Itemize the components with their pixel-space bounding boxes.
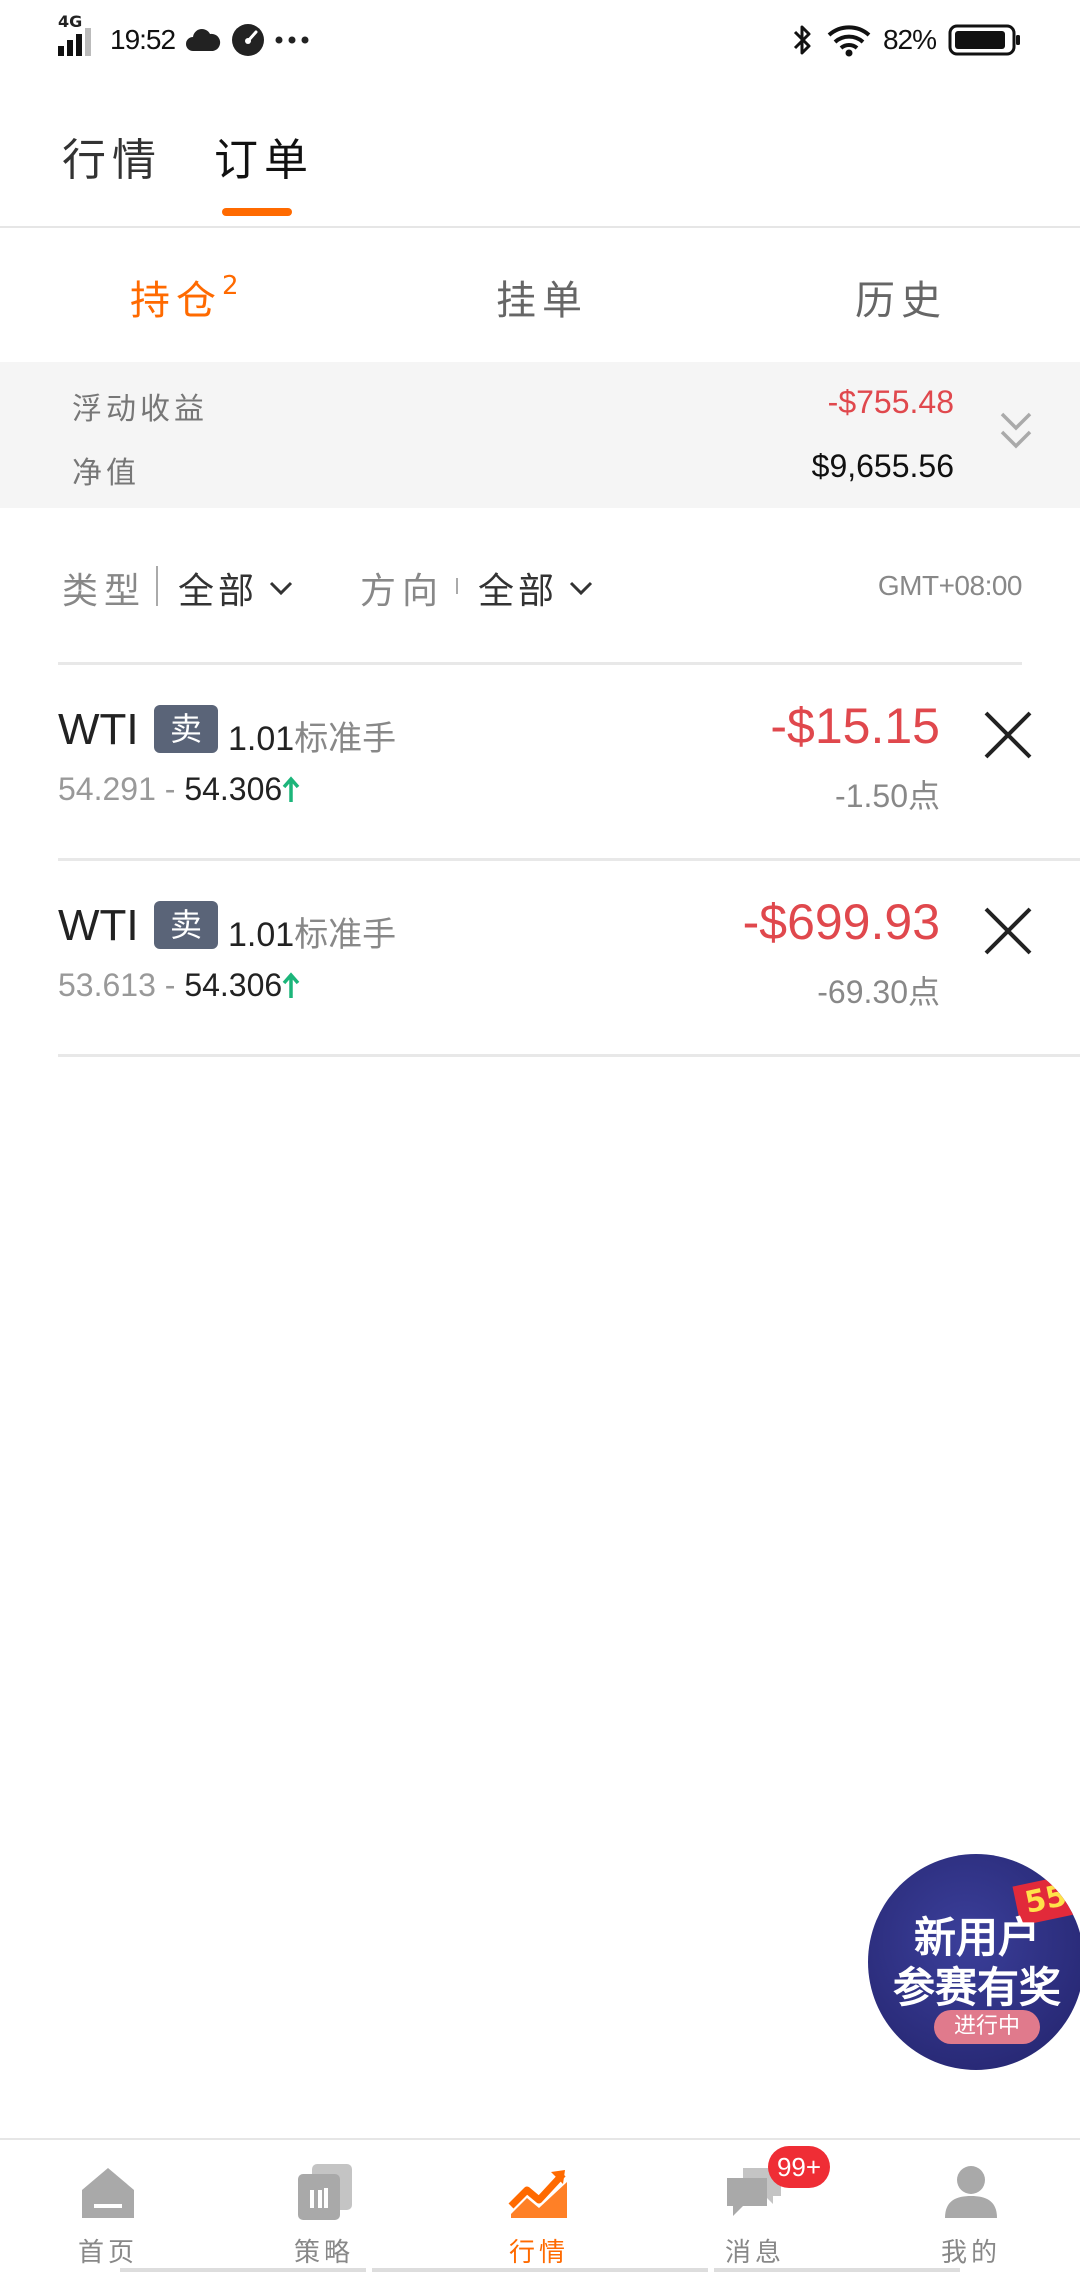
position-row[interactable]: WTI 卖 1.01标准手 54.291 - 54.306 -$15.15 -1… bbox=[58, 665, 1080, 861]
position-points: -1.50点 bbox=[835, 778, 940, 814]
direction-filter-label: 方向 bbox=[360, 571, 445, 612]
nav-profile-label: 我的 bbox=[940, 2238, 1001, 2268]
position-pnl: -$15.15 bbox=[770, 698, 940, 754]
open-price: 53.613 bbox=[58, 967, 156, 1003]
nav-messages[interactable]: 消息 99+ bbox=[680, 2146, 830, 2269]
filter-separator bbox=[156, 566, 158, 606]
current-price: 54.306 bbox=[184, 771, 283, 807]
status-bar: 4G 19:52 82% bbox=[0, 0, 1080, 80]
nav-market[interactable]: 行情 bbox=[464, 2160, 614, 2269]
profile-icon bbox=[945, 2166, 997, 2218]
wifi-icon bbox=[827, 25, 871, 57]
direction-filter-value: 全部 bbox=[478, 571, 559, 612]
positions-count: 2 bbox=[222, 270, 239, 301]
tab-pending[interactable]: 挂单 bbox=[496, 268, 588, 326]
current-price: 54.306 bbox=[184, 967, 283, 1003]
active-tab-indicator bbox=[222, 208, 292, 216]
status-time: 19:52 bbox=[110, 24, 176, 55]
chevron-down-icon bbox=[269, 581, 293, 596]
position-pnl: -$699.93 bbox=[742, 894, 940, 950]
type-filter-label: 类型 bbox=[62, 571, 147, 612]
open-price: 54.291 bbox=[58, 771, 156, 807]
more-dots-icon bbox=[275, 36, 309, 44]
type-filter-value: 全部 bbox=[178, 571, 259, 612]
top-tabs: 行情 订单 bbox=[0, 110, 1080, 228]
position-prices: 53.613 - 54.306 bbox=[58, 967, 300, 1004]
nav-home[interactable]: 首页 bbox=[33, 2160, 183, 2269]
price-separator: - bbox=[155, 967, 185, 1003]
position-lots: 1.01标准手 bbox=[228, 907, 396, 956]
lots-unit: 标准手 bbox=[294, 720, 397, 758]
chevron-down-icon bbox=[569, 581, 593, 596]
price-up-arrow-icon bbox=[282, 776, 300, 802]
battery-percent: 82% bbox=[882, 24, 937, 55]
bluetooth-icon bbox=[793, 25, 811, 55]
tab-market[interactable]: 行情 bbox=[62, 124, 162, 188]
side-badge: 卖 bbox=[154, 901, 218, 949]
price-up-arrow-icon bbox=[282, 972, 300, 998]
lots-value: 1.01 bbox=[228, 720, 295, 758]
filter-row: 类型 全部 方向 全部 GMT+08:00 bbox=[0, 540, 1080, 630]
home-icon bbox=[82, 2168, 134, 2218]
position-symbol: WTI bbox=[58, 901, 139, 950]
unread-badge: 99+ bbox=[768, 2146, 830, 2188]
position-symbol: WTI bbox=[58, 705, 139, 754]
nav-market-label: 行情 bbox=[508, 2238, 569, 2268]
signal-icon: 4G bbox=[58, 12, 100, 62]
battery-icon bbox=[948, 24, 1020, 56]
floating-pnl-label: 浮动收益 bbox=[72, 392, 208, 427]
expand-chevron-icon[interactable] bbox=[996, 406, 1036, 456]
side-badge: 卖 bbox=[154, 705, 218, 753]
close-position-icon[interactable] bbox=[982, 709, 1034, 761]
type-filter-dropdown[interactable]: 全部 bbox=[178, 562, 294, 614]
filter-separator bbox=[456, 578, 458, 594]
direction-filter-dropdown[interactable]: 全部 bbox=[478, 562, 594, 614]
nav-profile[interactable]: 我的 bbox=[896, 2160, 1046, 2269]
lots-unit: 标准手 bbox=[294, 916, 397, 954]
gesture-bar bbox=[120, 2268, 960, 2272]
timezone-label: GMT+08:00 bbox=[877, 570, 1023, 601]
tab-history[interactable]: 历史 bbox=[855, 268, 947, 326]
order-sub-tabs: 持仓2 挂单 历史 bbox=[0, 232, 1080, 362]
status-right: 82% bbox=[791, 18, 1022, 62]
nav-strategy-label: 策略 bbox=[293, 2238, 354, 2268]
promo-line2: 参赛有奖 bbox=[892, 1963, 1061, 2012]
cloud-icon bbox=[186, 29, 221, 51]
tab-orders[interactable]: 订单 bbox=[214, 124, 314, 188]
account-summary: 浮动收益 -$755.48 净值 $9,655.56 bbox=[0, 362, 1080, 508]
market-chart-icon bbox=[508, 2170, 567, 2218]
strategy-icon bbox=[298, 2164, 352, 2220]
tab-positions-label: 持仓 bbox=[130, 278, 222, 324]
price-separator: - bbox=[155, 771, 185, 807]
promo-status: 进行中 bbox=[934, 2010, 1040, 2044]
position-lots: 1.01标准手 bbox=[228, 711, 396, 760]
speedometer-icon bbox=[232, 24, 265, 56]
net-value-label: 净值 bbox=[72, 456, 140, 491]
position-points: -69.30点 bbox=[817, 974, 940, 1010]
position-prices: 54.291 - 54.306 bbox=[58, 771, 300, 808]
nav-strategy[interactable]: 策略 bbox=[249, 2160, 399, 2269]
position-row[interactable]: WTI 卖 1.01标准手 53.613 - 54.306 -$699.93 -… bbox=[58, 861, 1080, 1057]
row-divider bbox=[58, 1054, 1080, 1057]
status-left: 4G 19:52 bbox=[58, 12, 309, 62]
nav-messages-label: 消息 bbox=[724, 2238, 785, 2268]
promo-contest-badge[interactable]: 55 新用户 参赛有奖 进行中 bbox=[868, 1854, 1080, 2070]
nav-home-label: 首页 bbox=[77, 2238, 138, 2268]
lots-value: 1.01 bbox=[228, 916, 295, 954]
bottom-nav: 首页 策略 行情 消息 99+ 我的 bbox=[0, 2138, 1080, 2280]
tab-positions[interactable]: 持仓2 bbox=[130, 268, 239, 326]
floating-pnl-value: -$755.48 bbox=[827, 384, 954, 420]
close-position-icon[interactable] bbox=[982, 905, 1034, 957]
net-value-value: $9,655.56 bbox=[811, 448, 954, 484]
